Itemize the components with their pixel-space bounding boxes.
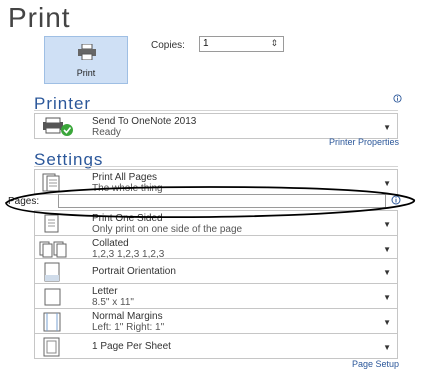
chevron-down-icon: ▼ [383,318,391,327]
margins-description: Left: 1" Right: 1" [92,322,165,333]
page-setup-link[interactable]: Page Setup [352,359,399,369]
margins-icon [43,312,61,332]
margins-label: Normal Margins [92,311,163,322]
copies-value: 1 [203,38,209,49]
paper-size-icon [44,288,61,306]
paper-size-label: Letter [92,286,118,297]
settings-divider [34,166,398,167]
chevron-down-icon: ▼ [383,343,391,352]
printer-name: Send To OneNote 2013 [92,116,197,127]
chevron-down-icon: ▼ [383,293,391,302]
print-button-label: Print [76,68,96,78]
chevron-down-icon: ▼ [383,268,391,277]
paper-size-dropdown[interactable]: Letter 8.5" x 11" ▼ [34,283,398,309]
collation-label: Collated [92,238,129,249]
chevron-down-icon: ▼ [383,245,391,254]
printer-section-title: Printer [34,94,92,113]
chevron-down-icon: ▼ [383,123,391,132]
printer-dropdown[interactable]: Send To OneNote 2013 Ready ▼ [34,113,398,139]
orientation-label: Portrait Orientation [92,266,176,277]
margins-dropdown[interactable]: Normal Margins Left: 1" Right: 1" ▼ [34,308,398,334]
pages-per-sheet-label: 1 Page Per Sheet [92,341,171,352]
pages-per-sheet-dropdown[interactable]: 1 Page Per Sheet ▼ [34,333,398,359]
portrait-icon [44,262,60,282]
print-button[interactable]: Print [44,36,128,84]
printer-ready-icon [43,117,73,136]
printer-status: Ready [92,127,121,138]
spinner-icon[interactable]: ⇕ [270,38,278,49]
printer-properties-link[interactable]: Printer Properties [329,137,399,147]
highlight-oval [5,186,415,219]
info-icon[interactable] [393,94,402,103]
collated-icon [39,241,67,258]
copies-stepper[interactable]: 1 ⇕ [199,36,284,52]
settings-section-title: Settings [34,150,104,169]
copies-label: Copies: [151,40,185,51]
pages-per-sheet-icon [43,337,60,357]
printer-icon [78,44,96,60]
paper-size-description: 8.5" x 11" [92,297,134,308]
orientation-dropdown[interactable]: Portrait Orientation ▼ [34,258,398,284]
sides-description: Only print on one side of the page [92,224,243,235]
page-title: Print [8,2,71,33]
printer-divider [34,110,398,111]
